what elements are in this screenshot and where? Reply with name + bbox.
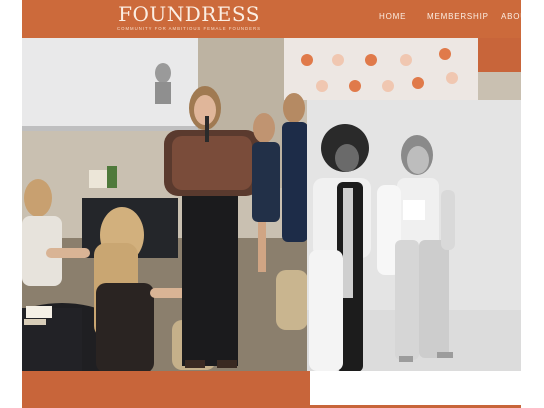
portrait-graphic [307,100,521,371]
brand-tagline: COMMUNITY FOR AMBITIOUS FEMALE FOUNDERS [117,26,261,31]
nav-membership[interactable]: MEMBERSHIP [427,12,489,21]
page-frame: FOUNDRESS COMMUNITY FOR AMBITIOUS FEMALE… [22,0,521,408]
nav-about[interactable]: ABOU [501,12,521,21]
nav-home[interactable]: HOME [379,12,406,21]
brand-logo[interactable]: FOUNDRESS COMMUNITY FOR AMBITIOUS FEMALE… [114,3,264,32]
footer-band [22,371,521,408]
accent-block [478,38,521,72]
site-header: FOUNDRESS COMMUNITY FOR AMBITIOUS FEMALE… [22,0,521,38]
two-women-portrait [307,100,521,371]
brand-name: FOUNDRESS [118,2,260,26]
hero-section [22,38,521,371]
footer-white-panel [310,371,521,405]
